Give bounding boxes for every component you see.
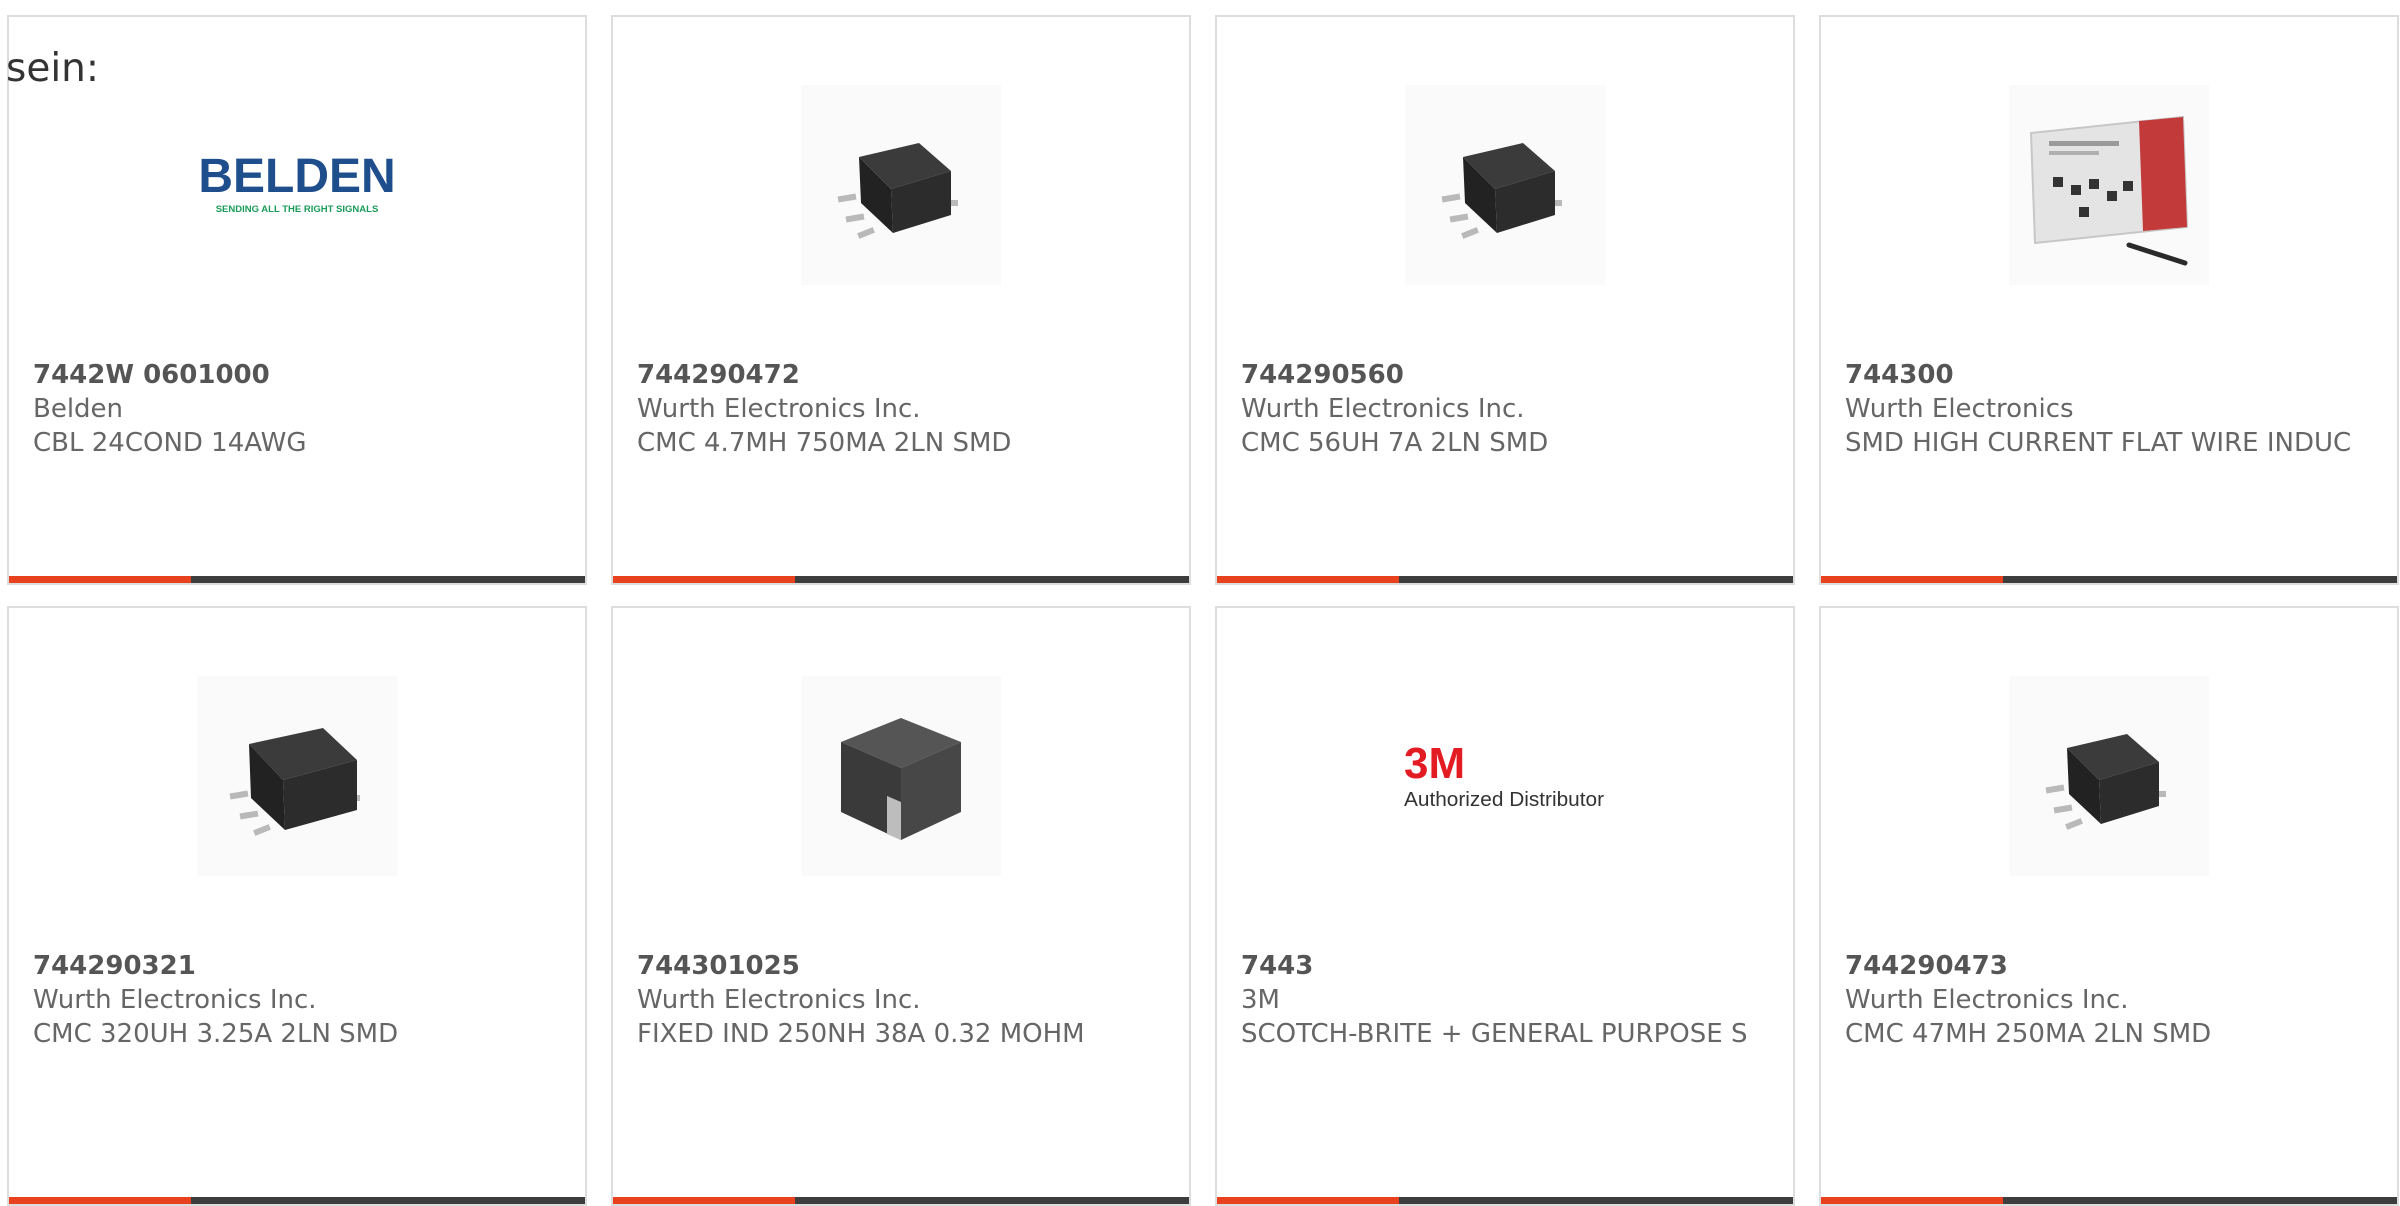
product-card-744301025[interactable]: 744301025 Wurth Electronics Inc. FIXED I…: [611, 606, 1191, 1206]
part-number: 744301025: [637, 951, 800, 981]
smd-choke-image: [197, 676, 397, 876]
product-description: CMC 4.7MH 750MA 2LN SMD: [637, 428, 1012, 458]
product-card-744290473[interactable]: 744290473 Wurth Electronics Inc. CMC 47M…: [1819, 606, 2399, 1206]
part-number: 7443: [1241, 951, 1314, 981]
manufacturer: Wurth Electronics Inc.: [637, 985, 921, 1015]
product-card-744290321[interactable]: 744290321 Wurth Electronics Inc. CMC 320…: [7, 606, 587, 1206]
manufacturer: Belden: [33, 394, 124, 424]
3m-logo-wordmark: 3M: [1404, 739, 1465, 788]
product-description: CBL 24COND 14AWG: [33, 428, 307, 458]
card-bottom-rule: [1821, 1197, 2397, 1204]
part-number: 7442W 0601000: [33, 360, 270, 390]
smd-choke-image: [801, 85, 1001, 285]
product-info: 744300 Wurth Electronics SMD HIGH CURREN…: [1845, 358, 2373, 460]
belden-logo-wordmark: BELDEN: [198, 150, 395, 203]
inductor-kit-box-image: [2009, 85, 2209, 285]
card-accent-bar: [613, 1197, 795, 1204]
smd-choke-image: [2009, 676, 2209, 876]
part-number: 744290472: [637, 360, 800, 390]
manufacturer: Wurth Electronics Inc.: [1845, 985, 2129, 1015]
product-card-744300[interactable]: 744300 Wurth Electronics SMD HIGH CURREN…: [1819, 15, 2399, 585]
manufacturer: 3M: [1241, 985, 1280, 1015]
product-info: 744290472 Wurth Electronics Inc. CMC 4.7…: [637, 358, 1165, 460]
card-bottom-rule: [613, 1197, 1189, 1204]
product-info: 744290560 Wurth Electronics Inc. CMC 56U…: [1241, 358, 1769, 460]
card-bottom-rule: [1217, 576, 1793, 583]
product-card-7442w-0601000[interactable]: BELDEN SENDING ALL THE RIGHT SIGNALS 744…: [7, 15, 587, 585]
belden-logo-image: BELDEN SENDING ALL THE RIGHT SIGNALS: [187, 85, 407, 285]
product-card-7443[interactable]: 3M Authorized Distributor 7443 3M SCOTCH…: [1215, 606, 1795, 1206]
product-grid: BELDEN SENDING ALL THE RIGHT SIGNALS 744…: [7, 15, 2399, 1206]
card-accent-bar: [613, 576, 795, 583]
manufacturer: Wurth Electronics Inc.: [637, 394, 921, 424]
product-info: 744290473 Wurth Electronics Inc. CMC 47M…: [1845, 949, 2373, 1051]
card-bottom-rule: [1217, 1197, 1793, 1204]
card-bottom-rule: [1821, 576, 2397, 583]
part-number: 744290473: [1845, 951, 2008, 981]
manufacturer: Wurth Electronics: [1845, 394, 2074, 424]
manufacturer: Wurth Electronics Inc.: [1241, 394, 1525, 424]
card-bottom-rule: [9, 576, 585, 583]
card-accent-bar: [9, 576, 191, 583]
product-description: FIXED IND 250NH 38A 0.32 MOHM: [637, 1019, 1085, 1049]
product-info: 744301025 Wurth Electronics Inc. FIXED I…: [637, 949, 1165, 1051]
card-accent-bar: [1821, 576, 2003, 583]
part-number: 744290321: [33, 951, 196, 981]
manufacturer: Wurth Electronics Inc.: [33, 985, 317, 1015]
3m-logo-image: 3M Authorized Distributor: [1395, 676, 1615, 876]
product-description: SCOTCH-BRITE + GENERAL PURPOSE S: [1241, 1019, 1748, 1049]
smd-choke-image: [1405, 85, 1605, 285]
product-card-744290560[interactable]: 744290560 Wurth Electronics Inc. CMC 56U…: [1215, 15, 1795, 585]
intro-text: sein:: [6, 46, 100, 91]
card-accent-bar: [1217, 576, 1399, 583]
product-description: SMD HIGH CURRENT FLAT WIRE INDUC: [1845, 428, 2352, 458]
part-number: 744290560: [1241, 360, 1404, 390]
card-bottom-rule: [9, 1197, 585, 1204]
belden-logo-tagline: SENDING ALL THE RIGHT SIGNALS: [216, 204, 379, 215]
3m-logo-tagline: Authorized Distributor: [1404, 789, 1604, 811]
card-accent-bar: [1821, 1197, 2003, 1204]
part-number: 744300: [1845, 360, 1954, 390]
product-info: 7442W 0601000 Belden CBL 24COND 14AWG: [33, 358, 561, 460]
product-description: CMC 47MH 250MA 2LN SMD: [1845, 1019, 2212, 1049]
product-card-744290472[interactable]: 744290472 Wurth Electronics Inc. CMC 4.7…: [611, 15, 1191, 585]
card-bottom-rule: [613, 576, 1189, 583]
card-accent-bar: [9, 1197, 191, 1204]
product-info: 7443 3M SCOTCH-BRITE + GENERAL PURPOSE S: [1241, 949, 1769, 1051]
product-description: CMC 56UH 7A 2LN SMD: [1241, 428, 1549, 458]
power-inductor-image: [801, 676, 1001, 876]
product-info: 744290321 Wurth Electronics Inc. CMC 320…: [33, 949, 561, 1051]
product-description: CMC 320UH 3.25A 2LN SMD: [33, 1019, 399, 1049]
card-accent-bar: [1217, 1197, 1399, 1204]
